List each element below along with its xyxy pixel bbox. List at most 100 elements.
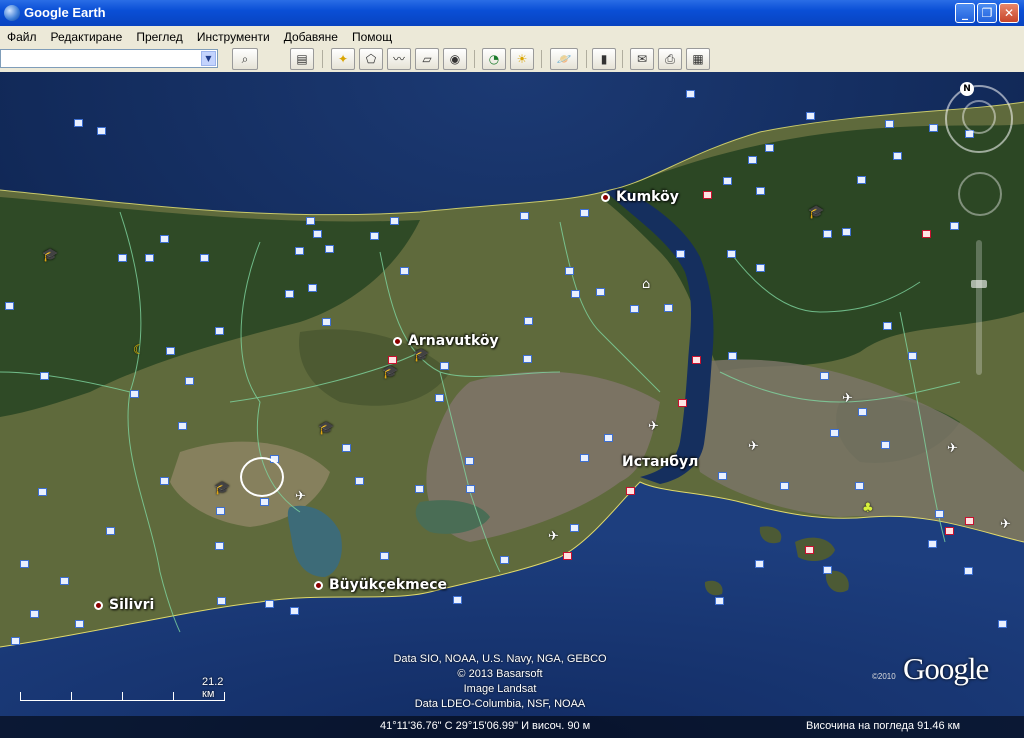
city-label-buyukcekmece[interactable]: Büyükçekmece [314,577,447,593]
maximize-button[interactable]: ❐ [977,3,997,23]
photo-marker[interactable] [570,524,579,532]
photo-marker[interactable] [308,284,317,292]
info-marker[interactable] [626,487,635,495]
photo-marker[interactable] [823,566,832,574]
photo-marker[interactable] [604,434,613,442]
photo-marker[interactable] [400,267,409,275]
menu-view[interactable]: Преглед [129,27,190,44]
sunlight-button[interactable]: ☀ [510,48,534,70]
photo-marker[interactable] [215,542,224,550]
photo-marker[interactable] [260,498,269,506]
photo-marker[interactable] [466,485,475,493]
photo-marker[interactable] [342,444,351,452]
sidebar-button[interactable]: ▤ [290,48,314,70]
photo-marker[interactable] [728,352,737,360]
photo-marker[interactable] [325,245,334,253]
photo-marker[interactable] [565,267,574,275]
city-label-kumkoy[interactable]: Kumköy [601,189,679,205]
photo-marker[interactable] [676,250,685,258]
photo-marker[interactable] [453,596,462,604]
airport-icon[interactable]: ✈ [1000,518,1011,531]
info-marker[interactable] [563,552,572,560]
photo-marker[interactable] [30,610,39,618]
print-button[interactable]: ⎙ [658,48,682,70]
photo-marker[interactable] [5,302,14,310]
photo-marker[interactable] [217,597,226,605]
historical-imagery-button[interactable]: ◔ [482,48,506,70]
photo-marker[interactable] [748,156,757,164]
photo-marker[interactable] [718,472,727,480]
photo-marker[interactable] [715,597,724,605]
add-path-button[interactable]: 〰 [387,48,411,70]
photo-marker[interactable] [806,112,815,120]
menu-help[interactable]: Помощ [345,27,399,44]
photo-marker[interactable] [178,422,187,430]
menu-edit[interactable]: Редактиране [44,27,130,44]
photo-marker[interactable] [686,90,695,98]
photo-marker[interactable] [185,377,194,385]
add-polygon-button[interactable]: ⬠ [359,48,383,70]
airport-icon[interactable]: ✈ [548,530,559,543]
park-icon[interactable]: ♣ [862,502,874,515]
photo-marker[interactable] [40,372,49,380]
photo-marker[interactable] [885,120,894,128]
photo-marker[interactable] [855,482,864,490]
info-marker[interactable] [388,356,397,364]
airport-icon[interactable]: ✈ [842,392,853,405]
city-label-arnavutkoy[interactable]: Arnavutköy [393,333,499,349]
photo-marker[interactable] [630,305,639,313]
photo-marker[interactable] [928,540,937,548]
map-view[interactable]: 🎓 🎓 🎓 🎓 🎓 🎓 ☾ ⌂ ✈ ✈ ✈ ✈ ✈ ✈ ✈ ♣ Kumköy A… [0,72,1024,738]
record-tour-button[interactable]: ◉ [443,48,467,70]
email-button[interactable]: ✉ [630,48,654,70]
photo-marker[interactable] [160,477,169,485]
school-icon[interactable]: 🎓 [318,422,334,435]
photo-marker[interactable] [998,620,1007,628]
photo-marker[interactable] [60,577,69,585]
photo-marker[interactable] [215,327,224,335]
info-marker[interactable] [703,191,712,199]
city-label-silivri[interactable]: Silivri [94,597,154,613]
photo-marker[interactable] [881,441,890,449]
photo-marker[interactable] [97,127,106,135]
photo-marker[interactable] [435,394,444,402]
photo-marker[interactable] [145,254,154,262]
photo-marker[interactable] [313,230,322,238]
photo-marker[interactable] [415,485,424,493]
photo-marker[interactable] [265,600,274,608]
photo-marker[interactable] [38,488,47,496]
photo-marker[interactable] [580,454,589,462]
photo-marker[interactable] [780,482,789,490]
photo-marker[interactable] [285,290,294,298]
photo-marker[interactable] [842,228,851,236]
school-icon[interactable]: 🎓 [214,482,230,495]
photo-marker[interactable] [756,187,765,195]
photo-marker[interactable] [200,254,209,262]
photo-marker[interactable] [20,560,29,568]
navigation-controls[interactable]: N [940,80,1020,380]
add-overlay-button[interactable]: ▱ [415,48,439,70]
photo-marker[interactable] [524,317,533,325]
photo-marker[interactable] [130,390,139,398]
photo-marker[interactable] [820,372,829,380]
photo-marker[interactable] [858,408,867,416]
photo-marker[interactable] [322,318,331,326]
search-button[interactable]: ⌕ [232,48,258,70]
photo-marker[interactable] [500,556,509,564]
photo-marker[interactable] [830,429,839,437]
photo-marker[interactable] [935,510,944,518]
photo-marker[interactable] [823,230,832,238]
photo-marker[interactable] [390,217,399,225]
info-marker[interactable] [922,230,931,238]
photo-marker[interactable] [74,119,83,127]
photo-marker[interactable] [465,457,474,465]
view-in-google-maps-button[interactable]: ▦ [686,48,710,70]
add-placemark-button[interactable]: ✦ [331,48,355,70]
photo-marker[interactable] [571,290,580,298]
move-joystick[interactable] [958,172,1002,216]
photo-marker[interactable] [523,355,532,363]
city-label-istanbul[interactable]: Истанбул [622,454,698,470]
search-input[interactable]: ▼ [0,49,218,68]
photo-marker[interactable] [883,322,892,330]
info-marker[interactable] [692,356,701,364]
